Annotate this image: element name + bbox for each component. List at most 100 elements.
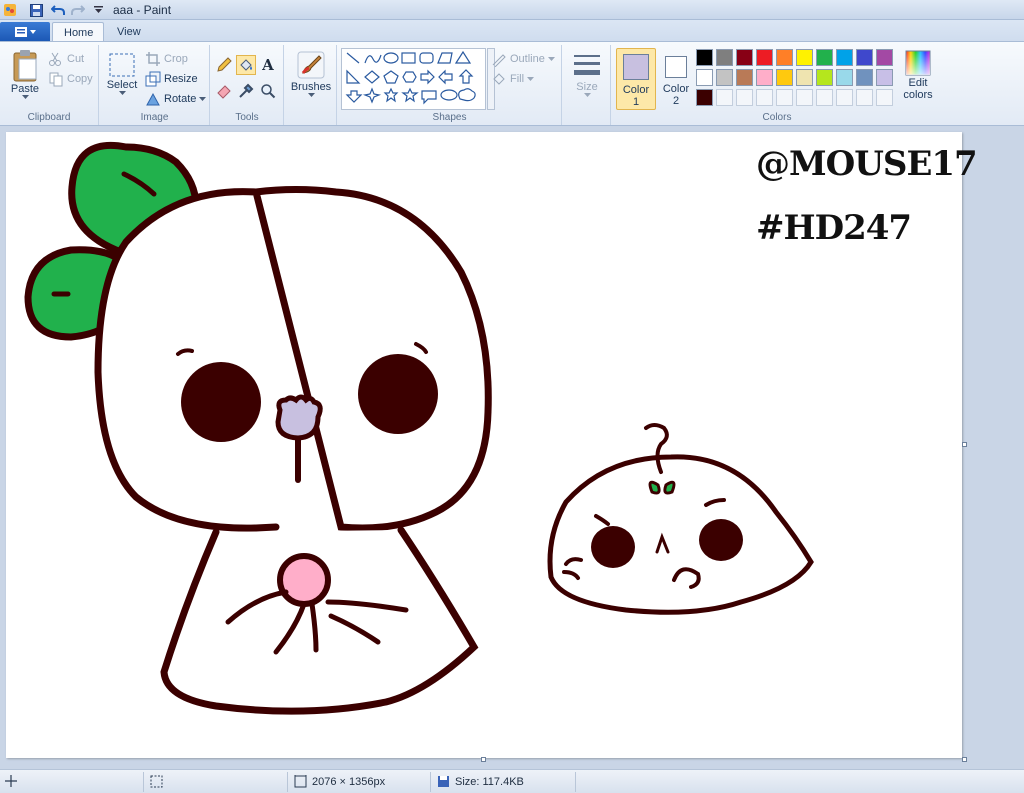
rotate-button[interactable]: Rotate — [145, 90, 207, 108]
resize-label: Resize — [164, 73, 198, 85]
fill-tool[interactable] — [236, 55, 256, 75]
selection-size — [150, 775, 163, 788]
custom-color-slot[interactable] — [736, 89, 753, 106]
cut-button[interactable]: Cut — [48, 50, 84, 68]
color-swatch[interactable] — [776, 69, 793, 86]
status-bar: 2076 × 1356px Size: 117.4KB — [0, 769, 1024, 793]
color-swatch[interactable] — [716, 49, 733, 66]
fill-label: Fill — [510, 73, 525, 85]
ribbon: Paste Cut Copy Clipboard Select Crop Res… — [0, 41, 1024, 126]
watermark-mouse17: @MOUSE17 — [756, 144, 978, 184]
rotate-icon — [146, 92, 160, 106]
magnifier-icon — [261, 84, 276, 99]
color-wheel-icon — [905, 50, 931, 76]
paint-bucket-icon — [240, 59, 252, 71]
color-swatch[interactable] — [716, 69, 733, 86]
pencil-icon — [217, 57, 232, 72]
color2-button[interactable]: Color 2 — [658, 48, 694, 110]
clipboard-group-label: Clipboard — [27, 112, 71, 123]
color-palette — [696, 49, 902, 111]
small-character — [547, 454, 814, 615]
tab-home[interactable]: Home — [52, 22, 104, 42]
color-swatch[interactable] — [696, 49, 713, 66]
color-swatch[interactable] — [736, 69, 753, 86]
color1-number: 1 — [632, 96, 640, 108]
custom-color-slot[interactable] — [836, 89, 853, 106]
color-swatch[interactable] — [696, 69, 713, 86]
color-swatch[interactable] — [736, 49, 753, 66]
outline-button[interactable]: Outline — [491, 50, 555, 68]
edit-colors-button[interactable]: Edit colors — [900, 49, 936, 101]
brushes-button[interactable]: Brushes — [291, 49, 331, 97]
edit-colors-label-2: colors — [903, 89, 933, 101]
copy-icon — [49, 72, 63, 87]
big-character-head — [94, 186, 492, 532]
shapes-group-label: Shapes — [432, 112, 467, 123]
custom-color-slot[interactable] — [776, 89, 793, 106]
custom-color-slot[interactable] — [876, 89, 893, 106]
pencil-tool[interactable] — [214, 55, 234, 75]
tab-view[interactable]: View — [106, 22, 152, 42]
cursor-position — [5, 775, 17, 787]
text-tool[interactable]: A — [258, 55, 278, 75]
watermark-hd247: #HD247 — [756, 208, 912, 248]
size-button[interactable]: Size — [570, 51, 604, 97]
file-size-text: Size: 117.4KB — [455, 775, 524, 788]
eraser-tool[interactable] — [214, 81, 234, 101]
brushes-group: Brushes — [285, 45, 337, 125]
rotate-label: Rotate — [164, 93, 197, 105]
text-icon: A — [262, 56, 274, 74]
custom-color-slot[interactable] — [716, 89, 733, 106]
color-swatch[interactable] — [696, 89, 713, 106]
save-icon[interactable] — [28, 2, 44, 18]
select-button[interactable]: Select — [104, 51, 140, 95]
color-swatch[interactable] — [816, 69, 833, 86]
color-swatch[interactable] — [856, 69, 873, 86]
select-label: Select — [106, 79, 138, 91]
custom-color-slot[interactable] — [816, 89, 833, 106]
drawing-canvas[interactable]: @MOUSE17 #HD247 — [6, 132, 978, 758]
custom-color-slot[interactable] — [796, 89, 813, 106]
paint-menu-button[interactable] — [0, 22, 50, 41]
custom-color-slot[interactable] — [856, 89, 873, 106]
brush-icon — [297, 51, 325, 79]
copy-button[interactable]: Copy — [48, 70, 93, 88]
size-group: Size — [563, 45, 611, 125]
color1-button[interactable]: Color 1 — [616, 48, 656, 110]
color-swatch[interactable] — [796, 49, 813, 66]
resize-button[interactable]: Resize — [145, 70, 198, 88]
edit-colors-label: Edit — [908, 77, 928, 89]
color-swatch[interactable] — [856, 49, 873, 66]
selection-icon — [109, 53, 135, 77]
color1-label: Color — [622, 84, 650, 96]
resize-handle-right[interactable] — [962, 442, 967, 447]
tools-group: A Tools — [211, 45, 284, 125]
color-swatch[interactable] — [836, 69, 853, 86]
color-swatch[interactable] — [756, 69, 773, 86]
color-swatch[interactable] — [836, 49, 853, 66]
paint-app-icon — [2, 2, 18, 18]
size-label: Size — [576, 81, 598, 93]
color2-swatch — [665, 56, 687, 78]
resize-handle-corner[interactable] — [962, 757, 967, 762]
image-dimensions: 2076 × 1356px — [294, 775, 385, 788]
magnifier-tool[interactable] — [258, 81, 278, 101]
color-swatch[interactable] — [816, 49, 833, 66]
image-group-label: Image — [140, 112, 169, 123]
crop-button[interactable]: Crop — [145, 50, 188, 68]
color-swatch[interactable] — [756, 49, 773, 66]
redo-icon[interactable] — [70, 2, 86, 18]
fill-button[interactable]: Fill — [491, 70, 535, 88]
custom-color-slot[interactable] — [756, 89, 773, 106]
color-swatch[interactable] — [876, 49, 893, 66]
undo-icon[interactable] — [50, 2, 66, 18]
color-swatch[interactable] — [796, 69, 813, 86]
color-picker-tool[interactable] — [236, 81, 256, 101]
shapes-gallery[interactable] — [341, 48, 486, 110]
paste-button[interactable]: Paste — [8, 49, 42, 99]
resize-handle-bottom[interactable] — [481, 757, 486, 762]
selection-size-icon — [150, 775, 163, 788]
color-swatch[interactable] — [776, 49, 793, 66]
color-swatch[interactable] — [876, 69, 893, 86]
customize-qat-icon[interactable] — [90, 2, 106, 18]
